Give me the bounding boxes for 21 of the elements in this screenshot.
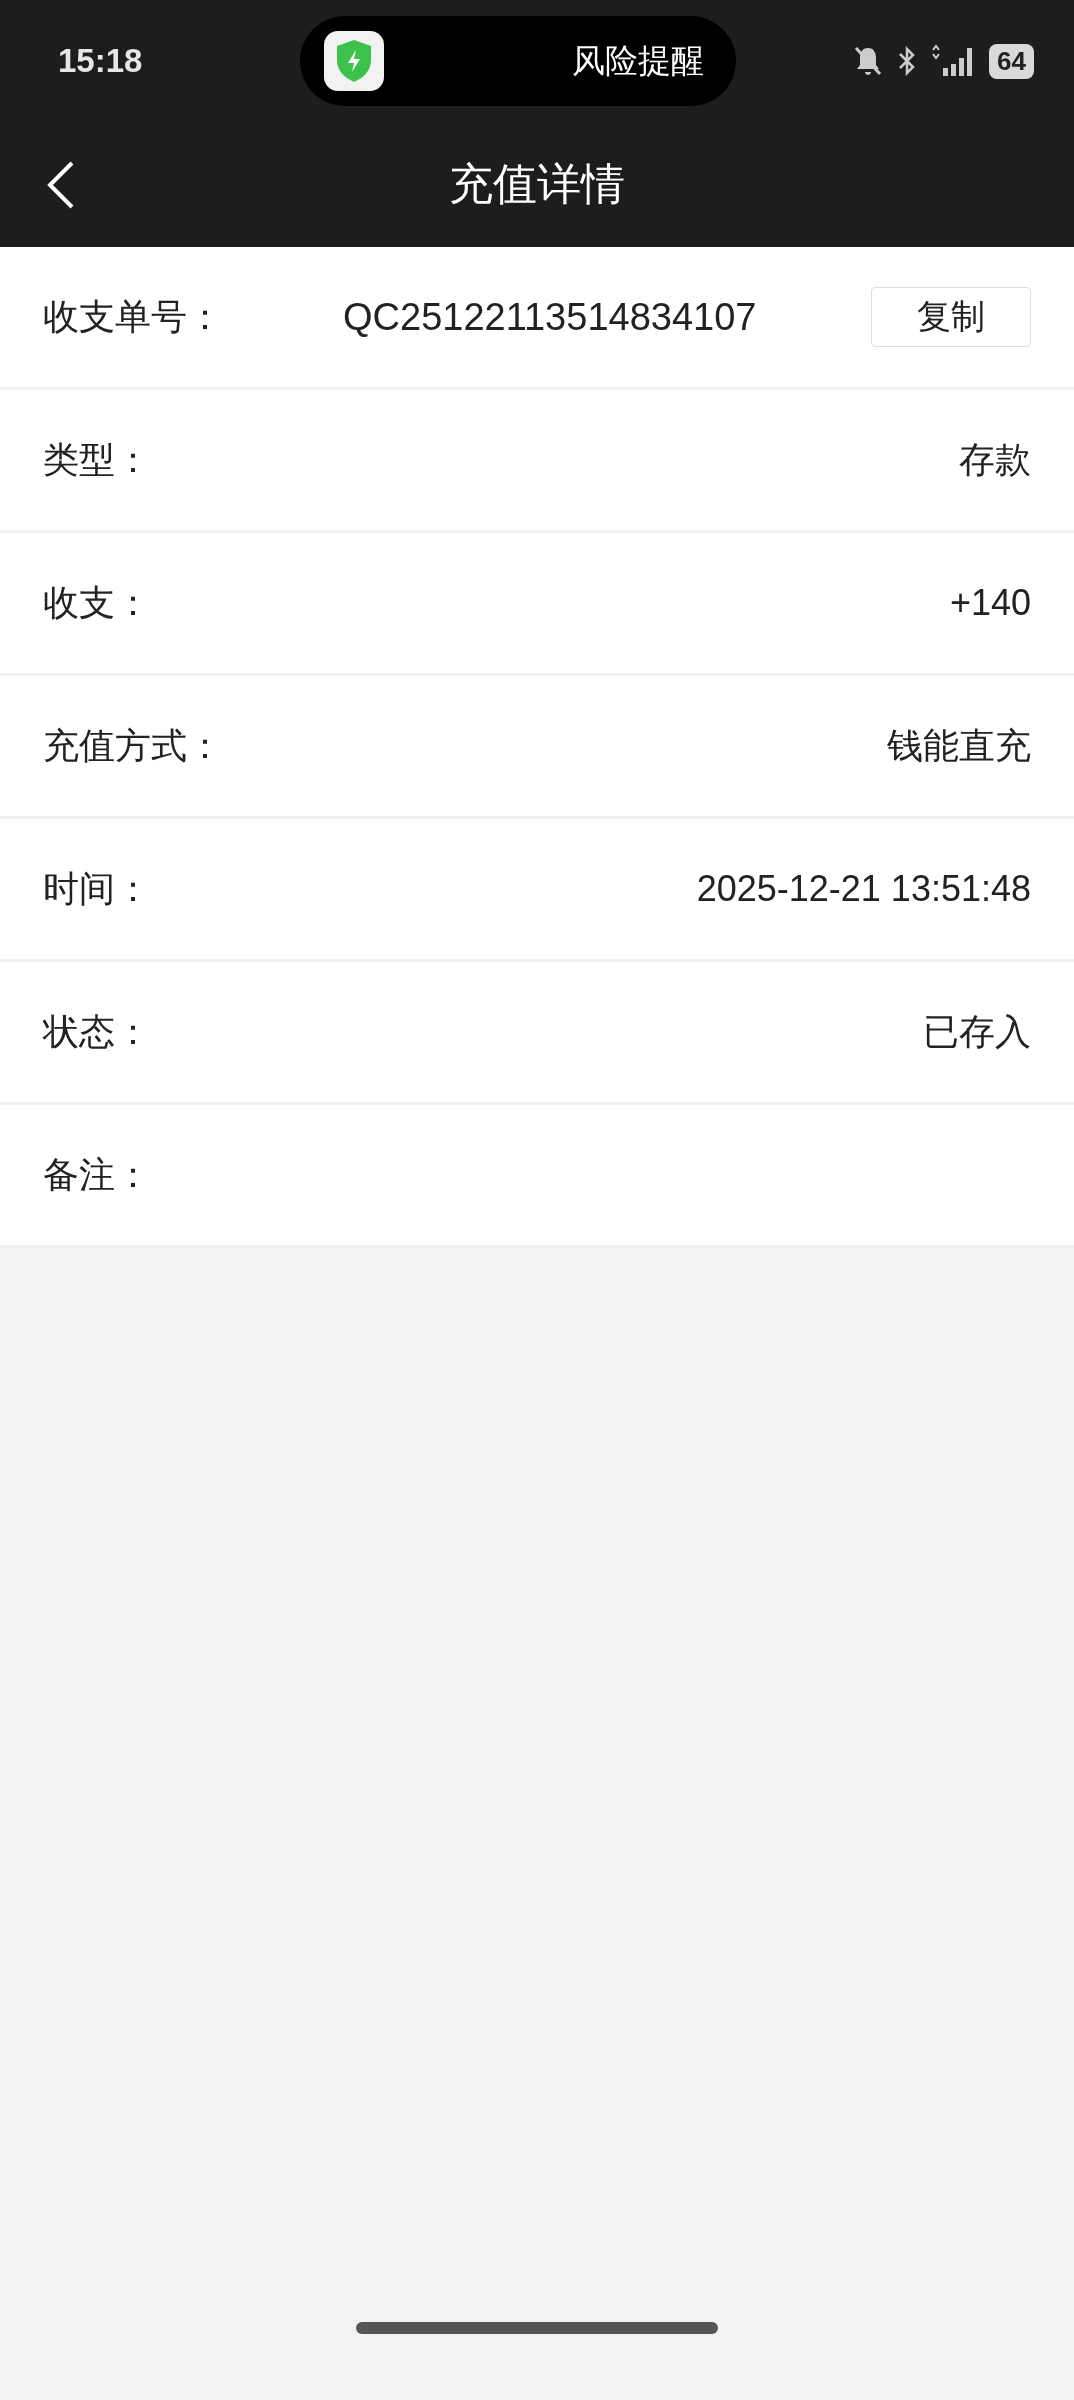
order-number: QC25122113514834107 xyxy=(343,295,757,339)
notification-pill[interactable]: 风险提醒 xyxy=(299,16,736,106)
row-label: 状态： xyxy=(43,1009,152,1054)
page-title: 充值详情 xyxy=(449,157,625,211)
row-label: 收支： xyxy=(43,580,152,625)
row-value: 钱能直充 xyxy=(887,723,1031,768)
row-label: 时间： xyxy=(43,866,152,911)
row-value: 存款 xyxy=(959,437,1031,482)
row-value: +140 xyxy=(949,582,1031,624)
row-label: 收支单号： xyxy=(43,294,224,339)
row-label: 类型： xyxy=(43,437,152,482)
row-value: 已存入 xyxy=(923,1009,1031,1054)
copy-button[interactable]: 复制 xyxy=(871,287,1031,347)
app-icon xyxy=(323,31,384,91)
row-value: 2025-12-21 13:51:48 xyxy=(696,868,1031,910)
notification-text: 风险提醒 xyxy=(571,39,704,82)
bell-muted-icon xyxy=(853,45,884,77)
row-label: 备注： xyxy=(43,1152,152,1197)
battery-level: 64 xyxy=(989,43,1034,79)
row-label: 充值方式： xyxy=(43,723,224,768)
status-time: 15:18 xyxy=(58,42,143,80)
